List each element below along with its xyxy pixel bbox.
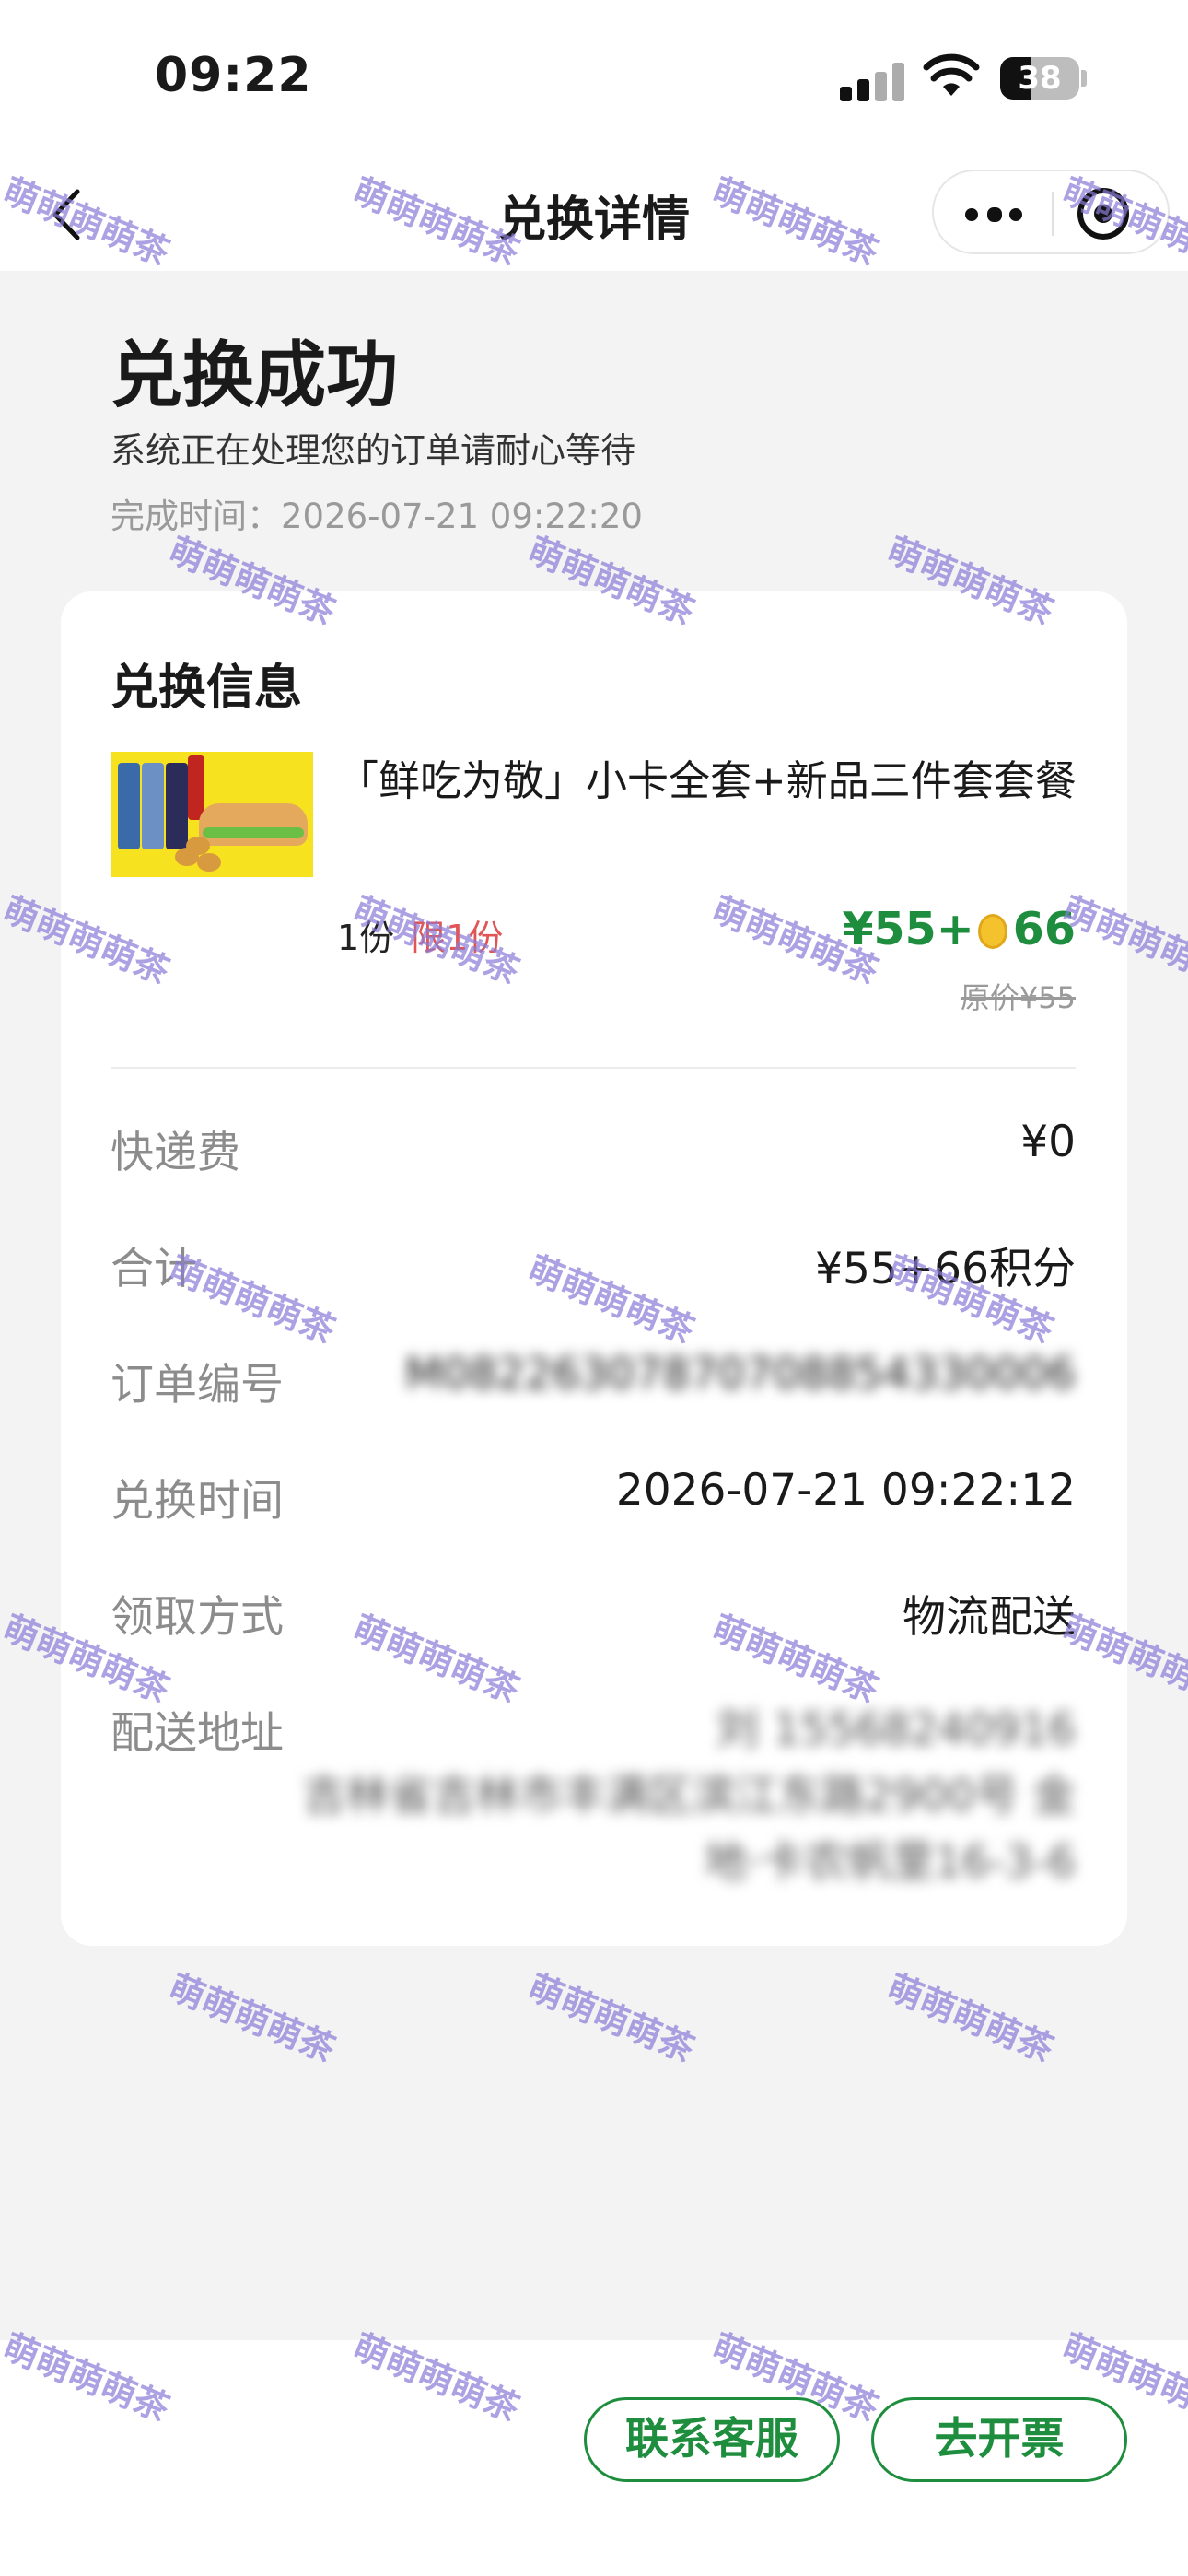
invoice-button[interactable]: 去开票 xyxy=(871,2397,1127,2482)
quantity-text: 1份 xyxy=(337,918,395,958)
row-total: 合计 ¥55+66积分 xyxy=(111,1233,1076,1297)
order-number-value[interactable]: M08226307870708854330006 xyxy=(405,1349,1076,1399)
contact-service-button[interactable]: 联系客服 xyxy=(584,2397,840,2482)
product-price: ¥55+ 66 xyxy=(842,903,1076,955)
product-quantity: 1份 限1份 xyxy=(337,909,503,960)
home-indicator xyxy=(0,2539,1188,2576)
exchange-info-card: 兑换信息 「鲜吃为敬」小卡全套+新品三件套套餐 1份 限1份 ¥55+ 66 原价¥… xyxy=(61,591,1127,1946)
success-subtitle: 系统正在处理您的订单请耐心等待 xyxy=(111,430,636,471)
address-label: 配送地址 xyxy=(111,1708,284,1759)
order-number-label: 订单编号 xyxy=(111,1360,284,1411)
battery-cap xyxy=(1081,70,1087,87)
shipping-fee-value: ¥0 xyxy=(1020,1117,1076,1167)
wifi-icon xyxy=(923,53,980,96)
completion-time: 完成时间：2026-07-21 09:22:20 xyxy=(111,497,643,536)
pickup-method-label: 领取方式 xyxy=(111,1592,284,1643)
price-cash: ¥55+ xyxy=(842,903,974,955)
mini-program-capsule xyxy=(932,170,1170,254)
status-bar: 09:22 38 xyxy=(0,0,1188,157)
pickup-method-value: 物流配送 xyxy=(903,1592,1076,1643)
row-order-number: 订单编号 M08226307870708854330006 xyxy=(111,1349,1076,1413)
total-value: ¥55+66积分 xyxy=(815,1244,1076,1294)
product-thumbnail[interactable] xyxy=(111,752,313,877)
address-value: 刘 15568240916 吉林省吉林市丰满区滨江东路2900号 金 地·卡农帆… xyxy=(284,1697,1076,1896)
close-program-icon[interactable] xyxy=(1077,188,1129,240)
address-contact: 刘 15568240916 xyxy=(716,1704,1076,1755)
exchange-time-value: 2026-07-21 09:22:12 xyxy=(615,1465,1076,1516)
total-label: 合计 xyxy=(111,1244,197,1294)
card-title: 兑换信息 xyxy=(111,661,303,716)
battery-icon: 38 xyxy=(1000,57,1079,100)
points-coin-icon xyxy=(977,914,1007,949)
address-line: 地·卡农帆里16-3-6 xyxy=(704,1837,1076,1888)
battery-percent: 38 xyxy=(1018,60,1062,97)
watermark-text: 萌萌萌萌茶 xyxy=(522,1966,701,2070)
success-title: 兑换成功 xyxy=(111,334,399,417)
cellular-signal-icon xyxy=(840,61,906,101)
watermark-text: 萌萌萌萌茶 xyxy=(163,1966,342,2070)
row-shipping-fee: 快递费 ¥0 xyxy=(111,1117,1076,1181)
navigation-bar: 兑换详情 xyxy=(0,157,1188,271)
price-points: 66 xyxy=(1012,903,1076,955)
limit-text: 限1份 xyxy=(411,918,504,958)
shipping-fee-label: 快递费 xyxy=(111,1128,240,1178)
exchange-time-label: 兑换时间 xyxy=(111,1476,284,1527)
watermark-text: 萌萌萌萌茶 xyxy=(881,1966,1060,2070)
row-exchange-time: 兑换时间 2026-07-21 09:22:12 xyxy=(111,1465,1076,1529)
status-time: 09:22 xyxy=(155,48,312,103)
row-pickup-method: 领取方式 物流配送 xyxy=(111,1581,1076,1645)
original-price: 原价¥55 xyxy=(960,980,1076,1015)
address-line: 吉林省吉林市丰满区滨江东路2900号 金 xyxy=(302,1771,1076,1821)
more-options-icon[interactable] xyxy=(961,192,1026,236)
capsule-divider xyxy=(1052,192,1054,236)
product-name: 「鲜吃为敬」小卡全套+新品三件套套餐 xyxy=(337,756,1077,805)
divider xyxy=(111,1067,1076,1069)
